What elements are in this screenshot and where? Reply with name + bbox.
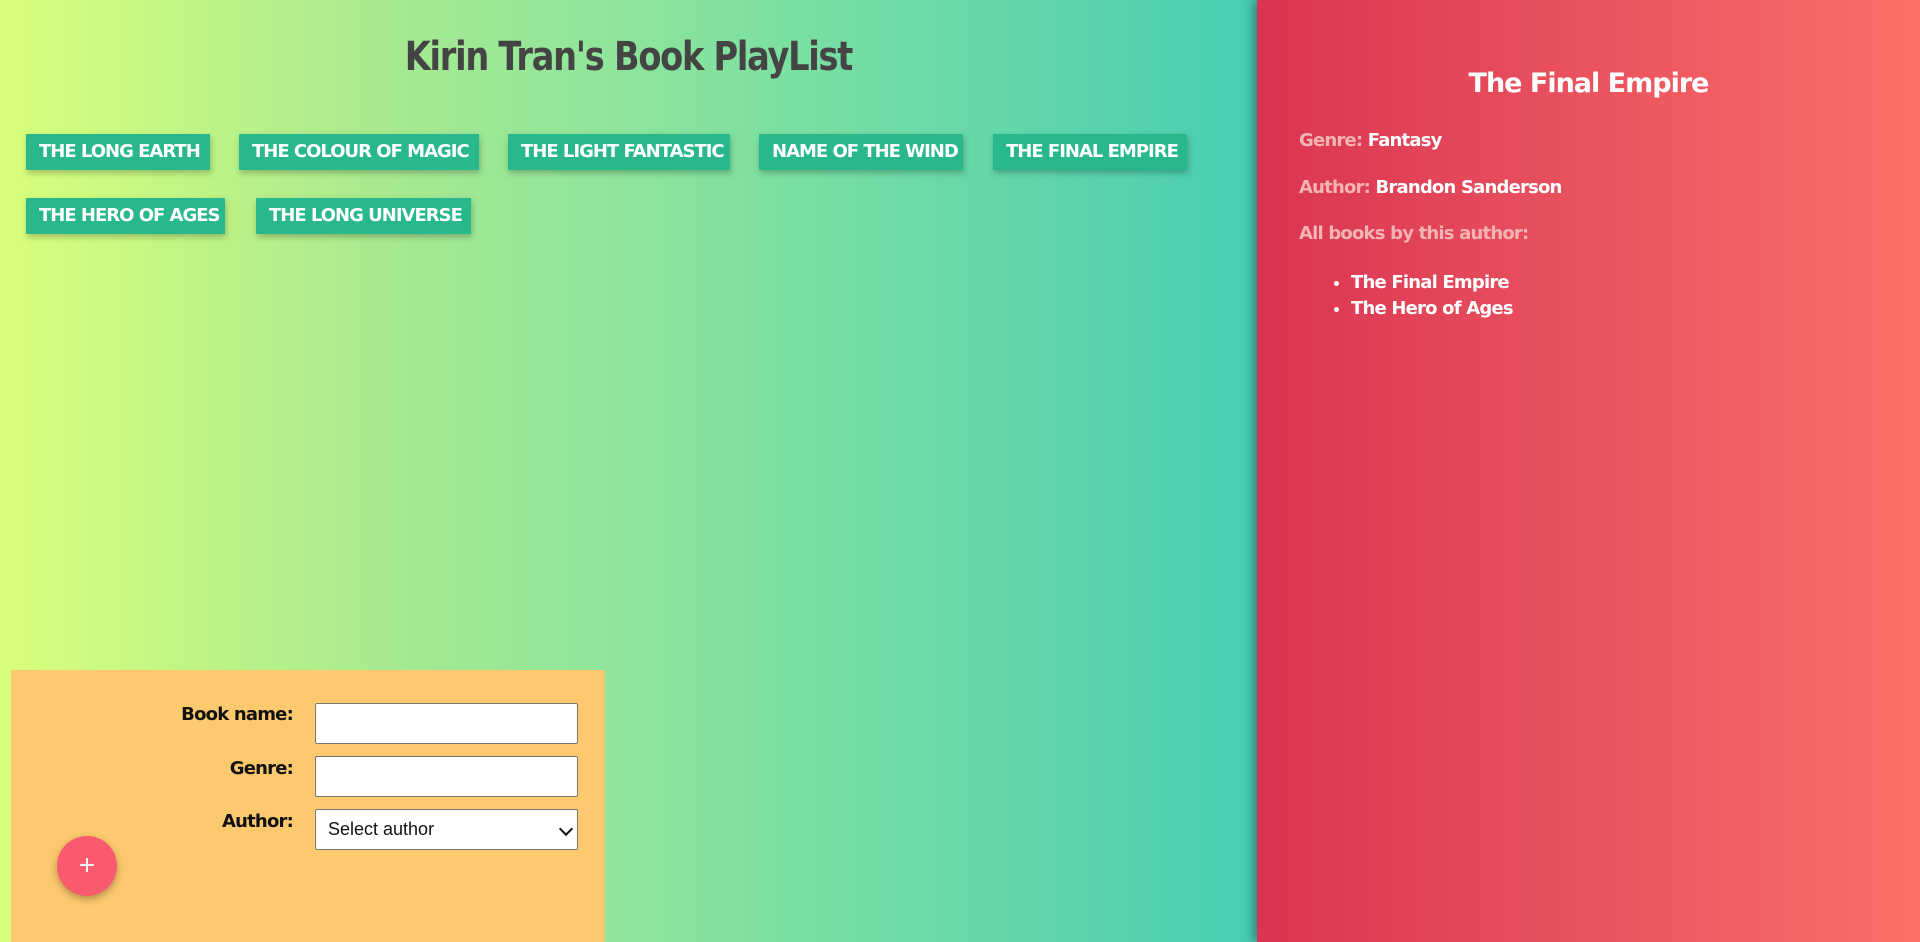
author-label: Author: [221, 811, 294, 832]
book-item-label: THE LONG UNIVERSE [269, 205, 463, 226]
genre-label: Genre: [229, 758, 294, 779]
author-books-list: The Final Empire The Hero of Ages [1315, 270, 1514, 322]
book-item-the-hero-of-ages[interactable]: THE HERO OF AGES [26, 198, 225, 234]
main-panel: Kirin Tran's Book PlayList THE LONG EART… [0, 0, 1257, 942]
book-item-label: THE HERO OF AGES [39, 205, 221, 226]
author-select-value: Select author [328, 819, 435, 839]
genre-value: Fantasy [1367, 130, 1443, 151]
book-item-label: THE COLOUR OF MAGIC [252, 141, 470, 162]
book-item-the-colour-of-magic[interactable]: THE COLOUR OF MAGIC [239, 134, 479, 170]
author-key: Author: [1299, 177, 1371, 198]
plus-icon: + [77, 853, 97, 878]
author-value: Brandon Sanderson [1375, 177, 1562, 198]
page-title: Kirin Tran's Book PlayList [404, 34, 854, 80]
detail-title: The Final Empire [1468, 68, 1710, 99]
all-books-label: All books by this author: [1299, 223, 1529, 244]
author-book-item: The Final Empire [1351, 270, 1513, 296]
book-item-name-of-the-wind[interactable]: NAME OF THE WIND [759, 134, 963, 170]
add-book-button[interactable]: + [57, 836, 117, 896]
book-item-the-light-fantastic[interactable]: THE LIGHT FANTASTIC [508, 134, 730, 170]
book-item-label: THE FINAL EMPIRE [1006, 141, 1179, 162]
book-item-label: NAME OF THE WIND [772, 141, 959, 162]
chevron-down-icon [558, 821, 574, 837]
book-name-input[interactable] [315, 703, 578, 744]
book-item-label: THE LIGHT FANTASTIC [521, 141, 725, 162]
author-select[interactable]: Select author [315, 809, 578, 850]
detail-author: Author: Brandon Sanderson [1299, 177, 1562, 198]
book-item-the-long-universe[interactable]: THE LONG UNIVERSE [256, 198, 471, 234]
genre-input[interactable] [315, 756, 578, 797]
detail-genre: Genre: Fantasy [1299, 130, 1442, 151]
book-item-label: THE LONG EARTH [39, 141, 201, 162]
add-book-form: Book name: Genre: Author: Select author … [11, 670, 605, 942]
book-item-the-final-empire[interactable]: THE FINAL EMPIRE [993, 134, 1187, 170]
genre-key: Genre: [1299, 130, 1363, 151]
author-book-item: The Hero of Ages [1351, 296, 1514, 322]
book-item-the-long-earth[interactable]: THE LONG EARTH [26, 134, 210, 170]
book-details-panel: The Final Empire Genre: Fantasy Author: … [1257, 0, 1920, 942]
book-name-label: Book name: [181, 704, 294, 725]
